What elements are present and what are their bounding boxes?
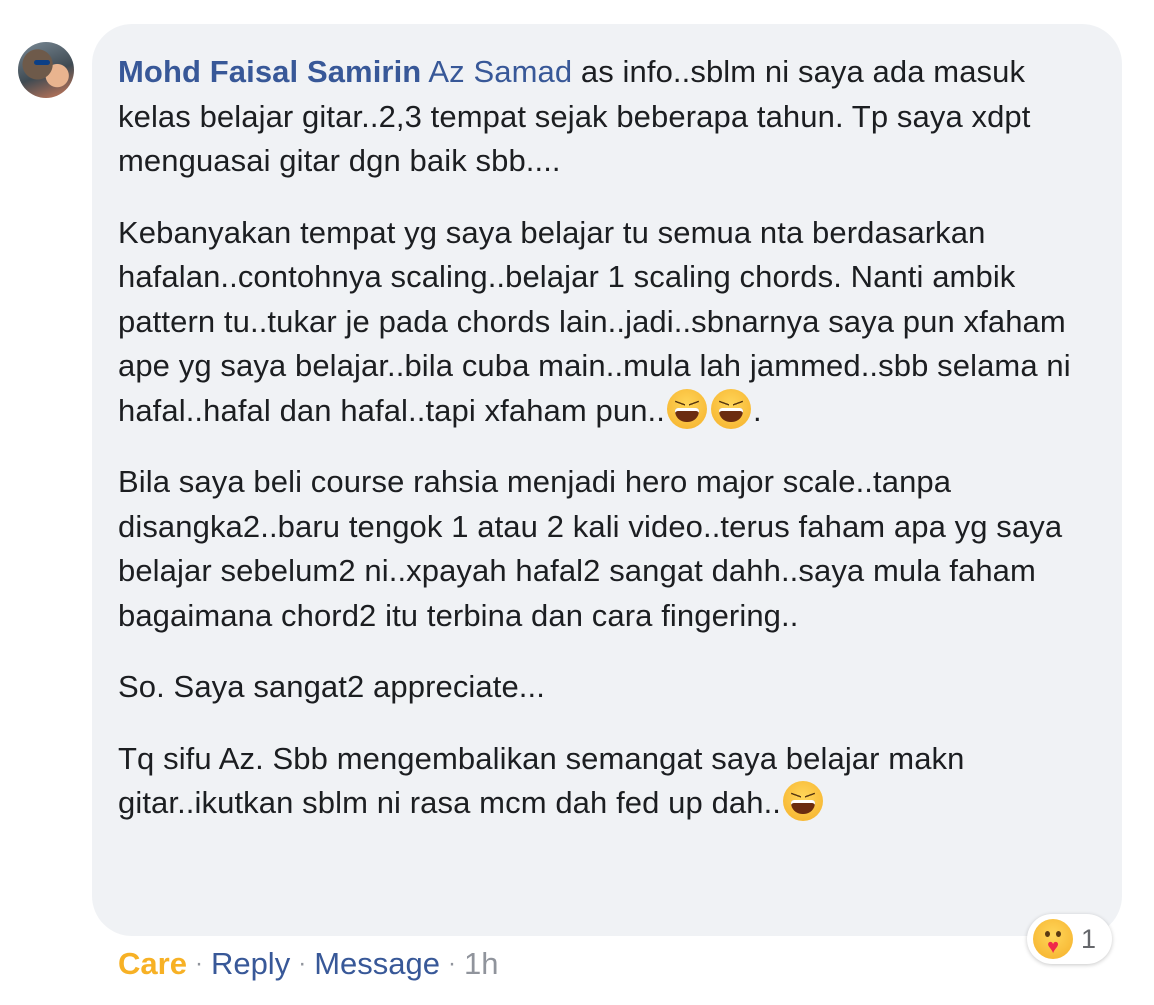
- separator-dot: ·: [298, 950, 307, 977]
- reply-button[interactable]: Reply: [211, 942, 290, 986]
- care-reaction-icon: ♥: [1033, 919, 1073, 959]
- comment-text-5: Tq sifu Az. Sbb mengembalikan semangat s…: [118, 740, 965, 821]
- laughing-squinting-face-icon: [666, 388, 707, 429]
- laughing-squinting-face-icon: [783, 781, 824, 821]
- avatar-glasses: [34, 60, 50, 65]
- message-button[interactable]: Message: [314, 942, 440, 986]
- comment-paragraph-2: Kebanyakan tempat yg saya belajar tu sem…: [118, 211, 1096, 434]
- timestamp[interactable]: 1h: [464, 942, 498, 986]
- comment-paragraph-3: Bila saya beli course rahsia menjadi her…: [118, 460, 1096, 638]
- heart-icon: ♥: [1047, 936, 1059, 958]
- comment-actions: Care · Reply · Message · 1h: [118, 942, 498, 986]
- comment-paragraph-5: Tq sifu Az. Sbb mengembalikan semangat s…: [118, 737, 1096, 826]
- comment-text-3: Bila saya beli course rahsia menjadi her…: [118, 464, 1063, 633]
- avatar[interactable]: [18, 42, 74, 98]
- care-button[interactable]: Care: [118, 942, 187, 986]
- separator-dot: ·: [194, 950, 203, 977]
- comment-bubble: Mohd Faisal Samirin Az Samad as info..sb…: [92, 24, 1122, 936]
- comment-text-2: Kebanyakan tempat yg saya belajar tu sem…: [118, 214, 1071, 428]
- comment-paragraph-4: So. Saya sangat2 appreciate...: [118, 665, 1096, 710]
- comment: Mohd Faisal Samirin Az Samad as info..sb…: [0, 0, 1154, 1005]
- separator-dot: ·: [448, 950, 456, 977]
- comment-paragraph-1: Mohd Faisal Samirin Az Samad as info..sb…: [118, 50, 1096, 184]
- comment-text-2-end: .: [752, 392, 762, 428]
- comment-text-4: So. Saya sangat2 appreciate...: [118, 669, 545, 704]
- author-name-link[interactable]: Mohd Faisal Samirin: [118, 54, 421, 89]
- laughing-squinting-face-icon: [710, 388, 751, 429]
- reaction-count: 1: [1081, 923, 1097, 954]
- mention-link[interactable]: Az Samad: [428, 54, 572, 89]
- reaction-summary[interactable]: ♥ 1: [1027, 914, 1113, 964]
